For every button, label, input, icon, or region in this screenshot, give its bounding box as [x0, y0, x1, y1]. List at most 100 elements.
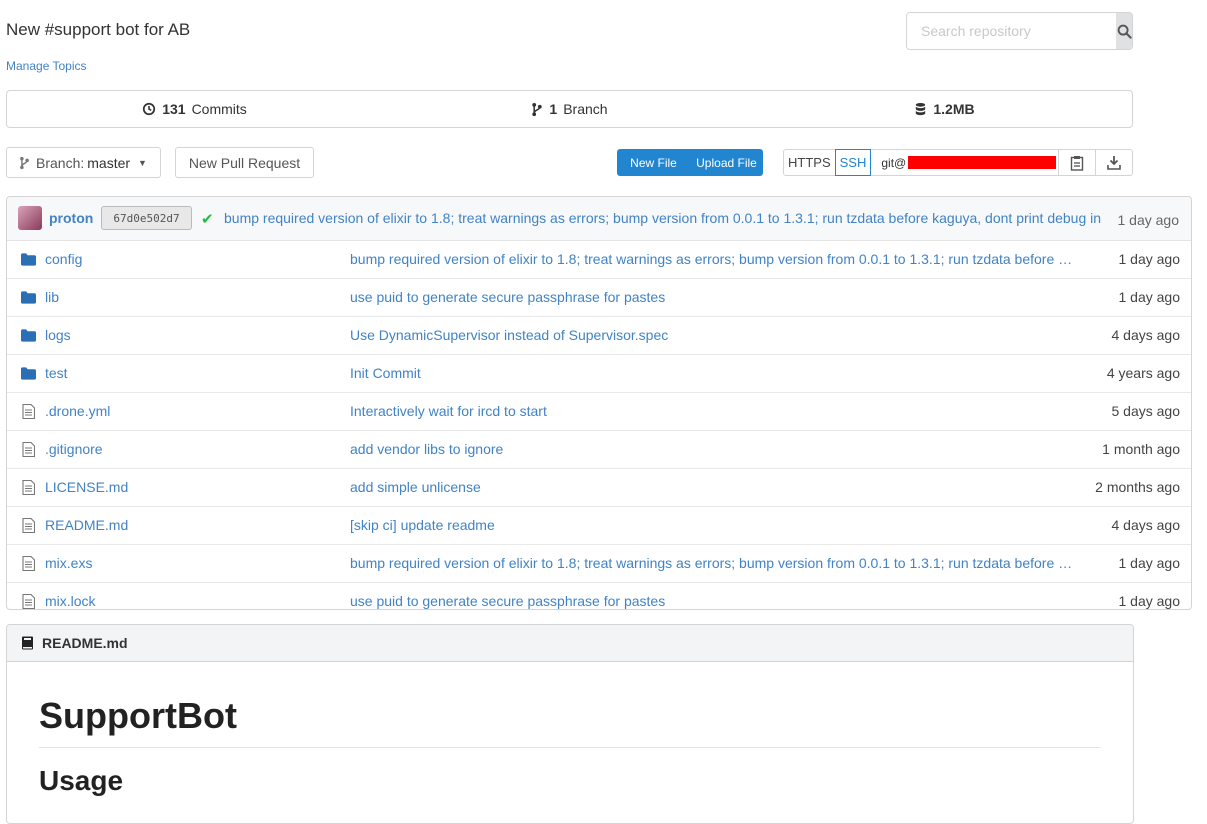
- file-commit-message[interactable]: bump required version of elixir to 1.8; …: [350, 251, 1075, 267]
- folder-icon: [21, 253, 36, 266]
- file-commit-age: 4 days ago: [1111, 517, 1181, 533]
- folder-icon-wrapper: [21, 329, 36, 345]
- file-icon: [22, 593, 36, 609]
- download-icon: [1107, 156, 1121, 170]
- file-commit-age: 4 years ago: [1106, 365, 1180, 381]
- search-input[interactable]: [907, 13, 1116, 49]
- file-row: .gitignore add vendor libs to ignore 1 mon…: [7, 431, 1191, 469]
- latest-commit-age: 1 day ago: [1117, 212, 1180, 228]
- commits-label: Commits: [191, 101, 247, 117]
- file-table: proton 67d0e502d7 ✔ bump required versio…: [6, 196, 1192, 610]
- file-icon-wrapper: [22, 441, 36, 460]
- file-icon: [22, 403, 36, 420]
- file-row: config bump required version of elixir to…: [7, 241, 1191, 279]
- file-commit-age: 4 days ago: [1111, 327, 1181, 343]
- manage-topics-link[interactable]: Manage Topics: [6, 59, 87, 73]
- new-file-button[interactable]: New File: [617, 156, 690, 170]
- redaction-block: [908, 156, 1057, 169]
- readme-filename: README.md: [42, 635, 128, 651]
- file-commit-message[interactable]: Use DynamicSupervisor instead of Supervi…: [350, 327, 1075, 343]
- search-icon: [1117, 24, 1132, 39]
- file-icon: [22, 479, 36, 496]
- search-button[interactable]: [1116, 13, 1132, 49]
- file-commit-message[interactable]: add vendor libs to ignore: [350, 441, 1075, 457]
- book-icon: [22, 636, 33, 650]
- readme-usage-heading: Usage: [39, 765, 124, 796]
- file-icon: [22, 517, 36, 534]
- file-row: test Init Commit 4 years ago: [7, 355, 1191, 393]
- download-button[interactable]: [1095, 150, 1132, 175]
- branch-dropdown[interactable]: Branch: master ▼: [6, 147, 161, 178]
- file-name-link[interactable]: mix.exs: [45, 555, 92, 571]
- file-icon: [22, 555, 36, 572]
- size-stat: 1.2MB: [757, 91, 1132, 127]
- branch-prefix: Branch:: [36, 154, 85, 171]
- file-commit-age: 1 day ago: [1118, 555, 1181, 571]
- branch-icon: [20, 156, 29, 169]
- search-box: [906, 12, 1133, 50]
- ssh-toggle[interactable]: SSH: [834, 149, 872, 176]
- file-name-link[interactable]: .gitignore: [45, 441, 103, 457]
- file-commit-age: 2 months ago: [1095, 479, 1180, 495]
- commits-count: 131: [162, 101, 186, 117]
- file-commit-message[interactable]: use puid to generate secure passphrase f…: [350, 289, 1075, 305]
- avatar[interactable]: [18, 206, 42, 230]
- https-toggle[interactable]: HTTPS: [784, 150, 835, 175]
- file-name-link[interactable]: test: [45, 365, 68, 381]
- upload-file-button[interactable]: Upload File: [690, 156, 763, 170]
- file-row: lib use puid to generate secure passphras…: [7, 279, 1191, 317]
- commit-author[interactable]: proton: [49, 210, 93, 226]
- file-row: mix.lock use puid to generate secure pass…: [7, 583, 1191, 609]
- file-row: .drone.yml Interactively wait for ircd to…: [7, 393, 1191, 431]
- file-name-link[interactable]: .drone.yml: [45, 403, 110, 419]
- clone-url-bar: HTTPS SSH git@: [783, 149, 1133, 176]
- repo-description: New #support bot for AB: [6, 20, 191, 39]
- file-list: config bump required version of elixir to…: [7, 241, 1191, 609]
- file-icon-wrapper: [22, 593, 36, 609]
- file-row: mix.exs bump required version of elixir t…: [7, 545, 1191, 583]
- chevron-down-icon: ▼: [138, 157, 147, 168]
- file-icon-wrapper: [22, 555, 36, 574]
- folder-icon: [21, 329, 36, 342]
- clone-url-prefix: git@: [881, 155, 907, 170]
- file-row: logs Use DynamicSupervisor instead of Sup…: [7, 317, 1191, 355]
- folder-icon: [21, 291, 36, 304]
- repo-size: 1.2MB: [933, 101, 975, 117]
- readme-panel: README.md SupportBot Usage: [6, 624, 1134, 824]
- readme-header: README.md: [7, 625, 1133, 662]
- branches-label: Branch: [563, 101, 608, 117]
- file-icon-wrapper: [22, 517, 36, 536]
- branches-count: 1: [549, 101, 558, 117]
- file-name-link[interactable]: LICENSE.md: [45, 479, 128, 495]
- file-commit-message[interactable]: add simple unlicense: [350, 479, 1075, 495]
- file-name-link[interactable]: logs: [45, 327, 71, 343]
- file-name-link[interactable]: lib: [45, 289, 59, 305]
- file-row: LICENSE.md add simple unlicense 2 months a…: [7, 469, 1191, 507]
- commits-stat[interactable]: 131 Commits: [7, 91, 382, 127]
- file-commit-age: 1 day ago: [1118, 251, 1181, 267]
- file-commit-message[interactable]: Interactively wait for ircd to start: [350, 403, 1075, 419]
- copy-url-button[interactable]: [1058, 150, 1095, 175]
- file-name-link[interactable]: config: [45, 251, 82, 267]
- file-commit-message[interactable]: use puid to generate secure passphrase f…: [350, 593, 1075, 609]
- clipboard-icon: [1070, 155, 1084, 171]
- file-name-link[interactable]: README.md: [45, 517, 128, 533]
- file-commit-age: 5 days ago: [1111, 403, 1181, 419]
- latest-commit-message[interactable]: bump required version of elixir to 1.8; …: [224, 210, 1101, 226]
- file-commit-age: 1 day ago: [1118, 289, 1181, 305]
- new-pull-request-button[interactable]: New Pull Request: [175, 147, 314, 178]
- file-commit-message[interactable]: bump required version of elixir to 1.8; …: [350, 555, 1075, 571]
- file-icon-wrapper: [22, 479, 36, 498]
- clone-url[interactable]: git@: [871, 150, 1058, 175]
- folder-icon-wrapper: [21, 367, 36, 383]
- branch-name: master: [87, 154, 131, 171]
- file-commit-message[interactable]: Init Commit: [350, 365, 1075, 381]
- file-commit-message[interactable]: [skip ci] update readme: [350, 517, 1075, 533]
- file-commit-age: 1 day ago: [1118, 593, 1181, 609]
- branch-icon: [532, 102, 543, 116]
- commit-sha[interactable]: 67d0e502d7: [101, 206, 192, 230]
- file-icon: [22, 441, 36, 458]
- file-icon-wrapper: [22, 403, 36, 422]
- branches-stat[interactable]: 1 Branch: [382, 91, 757, 127]
- file-name-link[interactable]: mix.lock: [45, 593, 96, 609]
